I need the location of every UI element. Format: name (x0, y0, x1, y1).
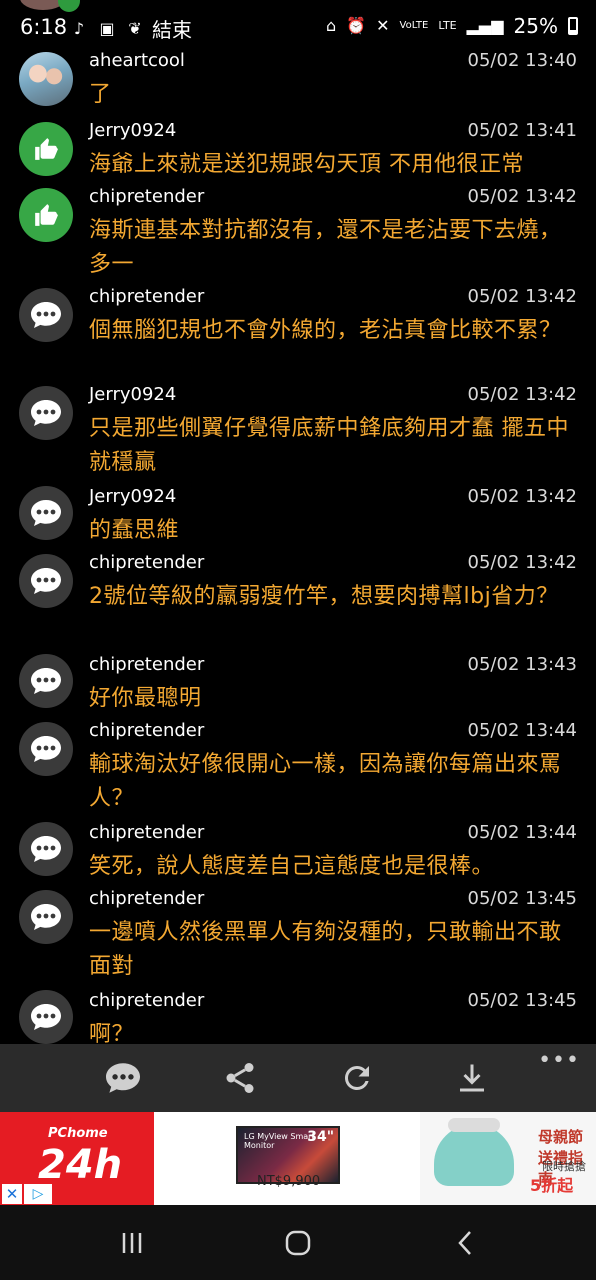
comment-username[interactable]: Jerry0924 (89, 486, 176, 507)
recents-icon (122, 1233, 142, 1253)
comment-username[interactable]: Jerry0924 (89, 384, 176, 405)
comment-icon[interactable] (19, 288, 73, 342)
download-button[interactable] (452, 1058, 492, 1098)
ad-brand: PChome (48, 1126, 108, 1141)
comment-icon[interactable] (19, 554, 73, 608)
leaf-icon: ❦ (128, 19, 142, 38)
sleep-icon: ⌂ (326, 16, 337, 35)
ad-banner[interactable]: PChome 24h ✕ ▷ LG MyView Smart Monitor 3… (0, 1112, 596, 1205)
status-bar: 6:18 ♪ ▣ ❦ 結束 ⌂ ⏰ ✕ VoLTE LTE ▂▄▆ 25% (0, 0, 596, 50)
recents-button[interactable] (112, 1227, 152, 1259)
status-time: 6:18 (20, 15, 68, 39)
system-icons: ⌂ ⏰ ✕ VoLTE LTE ▂▄▆ 25% (326, 14, 578, 38)
promo-badge: 5折起 (530, 1176, 574, 1195)
comment-icon[interactable] (19, 654, 73, 708)
comment-time: 05/02 13:45 (467, 888, 577, 909)
volte-icon: VoLTE (399, 20, 429, 31)
comment-text: 一邊噴人然後黑單人有夠沒種的，只敢輸出不敢面對 (89, 920, 562, 979)
comment-username[interactable]: chipretender (89, 822, 204, 843)
comment-text: 2號位等級的羸弱瘦竹竿，想要肉搏幫lbj省力？ (89, 584, 559, 609)
notification-text: 結束 (152, 18, 192, 42)
mute-icon: ✕ (376, 16, 390, 35)
thumbs-up-icon[interactable] (19, 188, 73, 242)
battery-icon (568, 17, 578, 35)
comment-text: 輸球淘汰好像很開心一樣，因為讓你每篇出來罵人？ (89, 752, 562, 811)
tiktok-icon: ♪ (73, 19, 85, 38)
comment-username[interactable]: Jerry0924 (89, 120, 176, 141)
comment-list[interactable]: aheartcool 05/02 13:40 了 Jerry0924 05/02… (0, 44, 596, 1044)
comment-button[interactable] (103, 1058, 143, 1098)
battery-percent: 25% (513, 14, 558, 38)
comment-time: 05/02 13:42 (467, 552, 577, 573)
comment-time: 05/02 13:42 (467, 486, 577, 507)
comment-icon[interactable] (19, 486, 73, 540)
thumbs-up-icon[interactable] (19, 122, 73, 176)
comment-time: 05/02 13:41 (467, 120, 577, 141)
signal-icon: ▂▄▆ (466, 16, 504, 35)
comment-text: 笑死，說人態度差自己這態度也是很棒。 (89, 854, 495, 879)
notification-icons: ♪ ▣ ❦ 結束 (68, 14, 192, 43)
comment-username[interactable]: chipretender (89, 720, 204, 741)
share-icon (226, 1063, 254, 1093)
comment-icon[interactable] (19, 722, 73, 776)
comment-username[interactable]: chipretender (89, 888, 204, 909)
user-avatar[interactable] (19, 52, 73, 106)
comment-text: 個無腦犯規也不會外線的，老沾真會比較不累？ (89, 318, 562, 343)
download-icon (460, 1064, 484, 1092)
share-button[interactable] (220, 1058, 260, 1098)
alarm-icon: ⏰ (346, 16, 367, 35)
comment-time: 05/02 13:42 (467, 186, 577, 207)
monitor-size: 34" (307, 1129, 334, 1145)
comment-username[interactable]: aheartcool (89, 50, 185, 71)
comment-time: 05/02 13:44 (467, 720, 577, 741)
back-button[interactable] (446, 1227, 486, 1259)
partial-badge (58, 0, 80, 12)
comment-username[interactable]: chipretender (89, 552, 204, 573)
comment-time: 05/02 13:40 (467, 50, 577, 71)
comment-icon[interactable] (19, 822, 73, 876)
comment-username[interactable]: chipretender (89, 186, 204, 207)
comment-icon[interactable] (19, 386, 73, 440)
ad-choices-icon[interactable]: ▷ (24, 1184, 52, 1204)
comment-time: 05/02 13:43 (467, 654, 577, 675)
comment-text: 海爺上來就是送犯規跟勾天頂 不用他很正常 (89, 152, 524, 177)
system-nav-bar (0, 1205, 596, 1280)
more-options-icon[interactable]: ••• (538, 1048, 580, 1073)
ad-brand-big: 24h (38, 1142, 123, 1188)
kettle-lid (448, 1118, 500, 1132)
comment-text: 好你最聰明 (89, 686, 202, 711)
back-icon (458, 1231, 471, 1255)
app-icon: ▣ (99, 19, 115, 38)
ad-close-icon[interactable]: ✕ (2, 1184, 22, 1204)
comment-username[interactable]: chipretender (89, 654, 204, 675)
comment-icon[interactable] (19, 990, 73, 1044)
comment-username[interactable]: chipretender (89, 990, 204, 1011)
comment-text: 啊？ (89, 1022, 135, 1044)
ad-price: NT$9,900 (257, 1174, 321, 1189)
comment-text: 海斯連基本對抗都沒有，還不是老沾要下去燒，多一 (89, 218, 562, 277)
comment-time: 05/02 13:42 (467, 286, 577, 307)
refresh-icon (344, 1066, 369, 1090)
comment-icon[interactable] (19, 890, 73, 944)
kettle-image (434, 1124, 514, 1186)
home-icon (285, 1230, 311, 1256)
refresh-button[interactable] (337, 1058, 377, 1098)
comment-time: 05/02 13:45 (467, 990, 577, 1011)
comment-icon (106, 1063, 140, 1093)
home-button[interactable] (278, 1227, 318, 1259)
comment-username[interactable]: chipretender (89, 286, 204, 307)
promo-panel[interactable]: 母親節 送禮指南 限時搶搶 5折起 (420, 1112, 596, 1205)
comment-text: 只是那些側翼仔覺得底薪中鋒底夠用才蠢 擺五中就穩贏 (89, 416, 569, 475)
comment-time: 05/02 13:44 (467, 822, 577, 843)
comment-text: 的蠢思維 (89, 518, 180, 543)
comment-text: 了 (89, 82, 112, 107)
action-toolbar: ••• (0, 1044, 596, 1112)
comment-time: 05/02 13:42 (467, 384, 577, 405)
lte-icon: LTE (438, 19, 457, 32)
